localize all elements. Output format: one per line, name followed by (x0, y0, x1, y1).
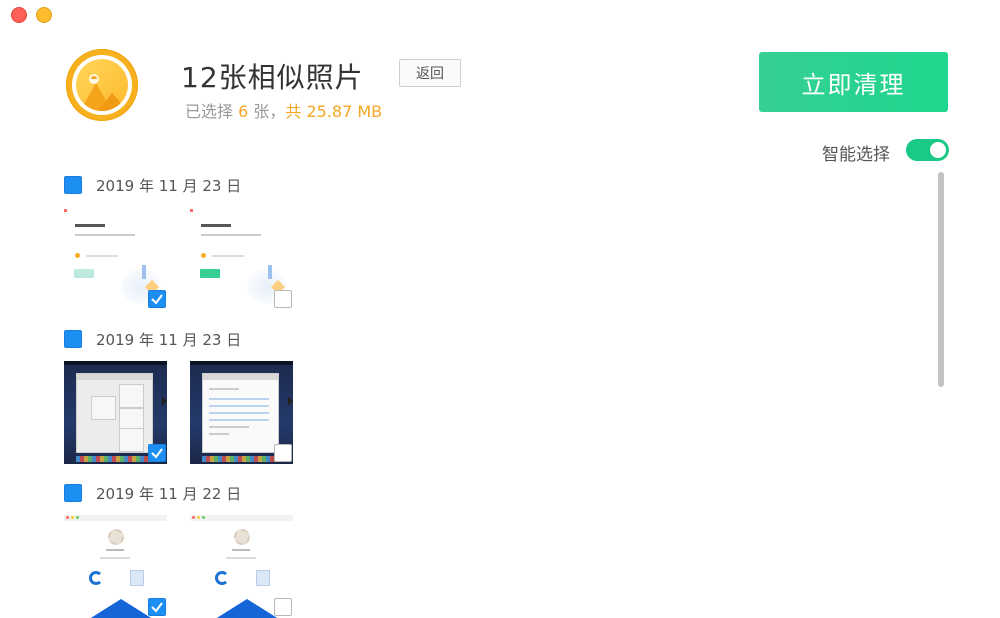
group-checkbox[interactable] (64, 176, 82, 194)
check-icon (151, 448, 163, 459)
group-checkbox[interactable] (64, 330, 82, 348)
group-date: 2019 年 11 月 23 日 (96, 177, 242, 195)
photo-thumbnail[interactable] (190, 207, 293, 310)
close-window-button[interactable] (11, 7, 27, 23)
photo-thumbnail[interactable] (64, 207, 167, 310)
photo-checkbox[interactable] (274, 290, 292, 308)
selected-count: 6 (238, 102, 249, 121)
clean-now-button[interactable]: 立即清理 (759, 52, 948, 112)
total-size: 25.87 MB (306, 102, 383, 121)
photo-thumbnail[interactable] (190, 361, 293, 464)
photo-checkbox[interactable] (148, 598, 166, 616)
photo-thumbnail[interactable] (64, 515, 167, 618)
photo-thumbnail[interactable] (64, 361, 167, 464)
group-date: 2019 年 11 月 22 日 (96, 485, 242, 503)
summary-prefix: 已选择 (185, 102, 239, 121)
summary-unit: 张， (248, 102, 286, 121)
selection-summary: 已选择 6 张，共 25.87 MB (185, 98, 382, 122)
photo-checkbox[interactable] (148, 290, 166, 308)
toggle-knob (930, 142, 946, 158)
page-title: 12张相似照片 (181, 61, 364, 94)
photo-checkbox[interactable] (148, 444, 166, 462)
check-icon (151, 294, 163, 305)
photo-album-icon (66, 49, 138, 121)
photo-thumbnail[interactable] (190, 515, 293, 618)
photo-checkbox[interactable] (274, 444, 292, 462)
group-date: 2019 年 11 月 23 日 (96, 331, 242, 349)
photo-checkbox[interactable] (274, 598, 292, 616)
scrollbar[interactable] (938, 172, 944, 387)
back-button[interactable]: 返回 (399, 59, 461, 87)
check-icon (151, 602, 163, 613)
smart-select-toggle[interactable] (906, 139, 949, 161)
minimize-window-button[interactable] (36, 7, 52, 23)
smart-select-label: 智能选择 (822, 145, 890, 165)
group-checkbox[interactable] (64, 484, 82, 502)
total-size-prefix: 共 (285, 102, 307, 121)
